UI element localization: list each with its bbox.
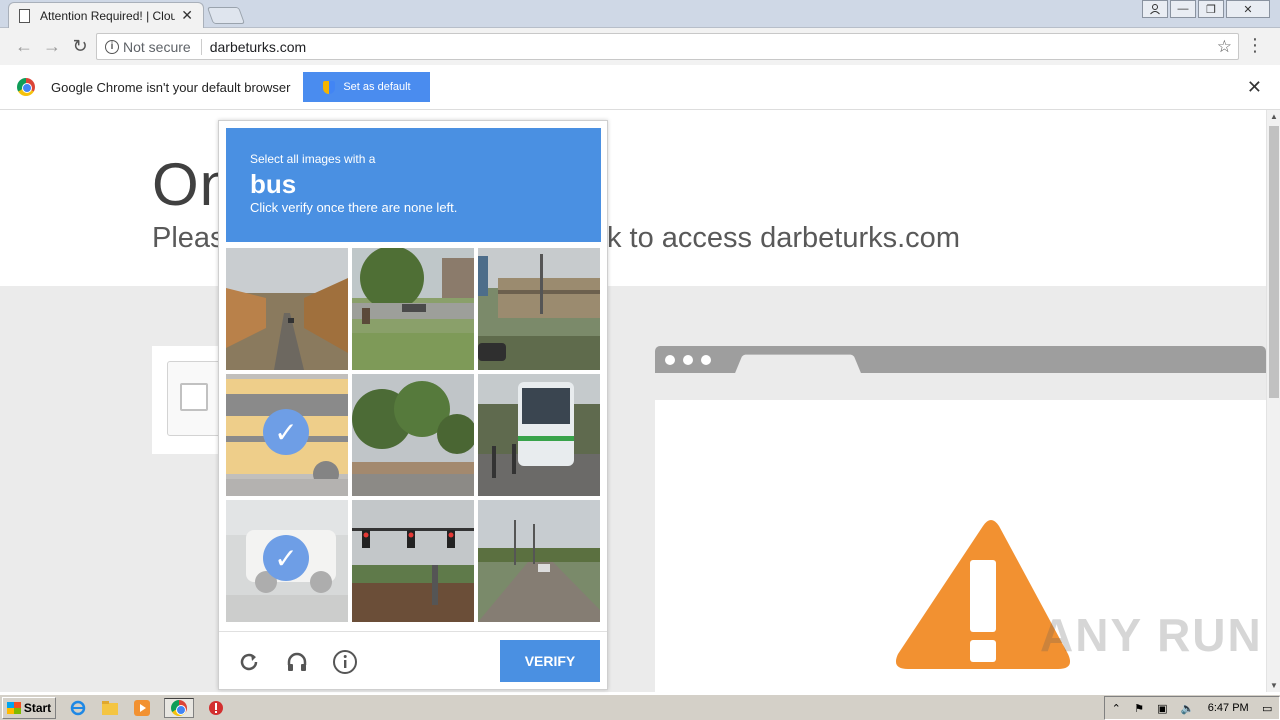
captcha-target-word: bus	[250, 169, 297, 199]
windows-taskbar: Start ⌃ ⚑ ▣ 🔈 6:47 PM ▭	[0, 694, 1280, 720]
volume-icon[interactable]: 🔈	[1181, 702, 1195, 715]
chrome-logo-icon	[171, 699, 187, 716]
captcha-prompt: Select all images with a	[250, 152, 376, 166]
parking-lot-image	[352, 248, 474, 370]
captcha-tile[interactable]	[478, 500, 600, 622]
network-icon[interactable]: ▣	[1157, 702, 1167, 715]
window-controls: — ❐ ✕	[1142, 0, 1270, 18]
chrome-taskbar-icon[interactable]	[164, 697, 194, 718]
captcha-instruction: Click verify once there are none left.	[250, 200, 458, 215]
forward-button[interactable]: →	[38, 36, 66, 57]
address-bar[interactable]: i Not secure darbeturks.com ☆	[96, 33, 1239, 60]
chrome-menu-icon[interactable]: ⋮	[1246, 36, 1264, 54]
close-window-button[interactable]: ✕	[1226, 0, 1270, 18]
info-icon[interactable]: i	[105, 39, 119, 54]
infobar-message: Google Chrome isn't your default browser	[51, 79, 291, 95]
file-explorer-icon[interactable]	[100, 698, 120, 718]
internet-explorer-icon[interactable]	[68, 698, 88, 718]
new-tab-button[interactable]	[206, 7, 246, 24]
tab-strip: Attention Required! | Cloudf ✕ — ❐ ✕	[0, 0, 1280, 28]
scroll-up-icon[interactable]: ▲	[1270, 112, 1278, 121]
traffic-lights-image	[352, 500, 474, 622]
audio-challenge-icon[interactable]	[284, 649, 310, 675]
minimize-button[interactable]: —	[1170, 0, 1196, 18]
media-player-icon[interactable]	[132, 698, 152, 718]
illustration-titlebar	[655, 346, 1266, 374]
scroll-thumb[interactable]	[1269, 126, 1279, 398]
hero-section: On Pleas k to access darbeturks.com	[0, 110, 1266, 286]
highway-image	[478, 500, 600, 622]
infobar-close-icon[interactable]: ✕	[1247, 77, 1262, 98]
checkmark-icon: ✓	[263, 409, 309, 455]
profile-icon[interactable]	[1142, 0, 1168, 18]
captcha-challenge-popup: Select all images with a bus Click verif…	[218, 120, 608, 690]
shield-icon	[323, 80, 336, 94]
checkmark-icon: ✓	[263, 535, 309, 581]
bookmark-star-icon[interactable]: ☆	[1217, 37, 1232, 57]
scroll-down-icon[interactable]: ▼	[1270, 681, 1278, 690]
start-label: Start	[23, 700, 52, 715]
roadside-building-image	[478, 248, 600, 370]
tab-active[interactable]: Attention Required! | Cloudf ✕	[8, 2, 204, 28]
url-text[interactable]: darbeturks.com	[210, 39, 306, 55]
page-subtitle-right: k to access darbeturks.com	[607, 222, 960, 254]
set-as-default-button[interactable]: Set as default	[303, 72, 431, 102]
captcha-tile[interactable]	[478, 248, 600, 370]
browser-toolbar: ← → ↻ i Not secure darbeturks.com ☆ ⋮	[0, 28, 1280, 65]
security-label: Not secure	[123, 38, 191, 55]
captcha-tile[interactable]: ✓	[226, 500, 348, 622]
illustration-dot	[683, 355, 693, 365]
verify-button[interactable]: VERIFY	[500, 640, 600, 682]
action-center-flag-icon[interactable]: ⚑	[1134, 702, 1144, 715]
captcha-tile[interactable]	[478, 374, 600, 496]
address-separator	[200, 38, 202, 55]
page-subtitle-left: Pleas	[152, 222, 225, 254]
page-scrollbar[interactable]: ▲ ▼	[1266, 110, 1280, 692]
captcha-tile[interactable]	[352, 374, 474, 496]
anyrun-watermark: ANY RUN	[1040, 609, 1263, 661]
tab-close-icon[interactable]: ✕	[181, 7, 193, 24]
windows-logo-icon	[6, 701, 21, 714]
tab-title: Attention Required! | Cloudf	[40, 8, 176, 23]
info-challenge-icon[interactable]	[332, 649, 358, 675]
show-desktop-icon[interactable]: ▭	[1262, 702, 1272, 715]
captcha-tile[interactable]	[226, 248, 348, 370]
captcha-tile[interactable]: ✓	[226, 374, 348, 496]
restore-button[interactable]: ❐	[1198, 0, 1224, 18]
tray-expand-icon[interactable]: ⌃	[1112, 702, 1121, 715]
street-autumn-image	[226, 248, 348, 370]
recaptcha-checkbox[interactable]	[180, 383, 208, 411]
captcha-header: Select all images with a bus Click verif…	[226, 128, 601, 242]
clock[interactable]: 6:47 PM	[1208, 702, 1249, 714]
back-button[interactable]: ←	[10, 36, 38, 57]
captcha-tile[interactable]	[352, 248, 474, 370]
system-tray: ⌃ ⚑ ▣ 🔈 6:47 PM ▭	[1104, 696, 1280, 720]
captcha-image-grid: ✓ ✓	[226, 248, 601, 623]
captcha-tile[interactable]	[352, 500, 474, 622]
illustration-tab	[734, 354, 862, 374]
antivirus-icon[interactable]	[206, 698, 226, 718]
illustration-dot	[665, 355, 675, 365]
start-button[interactable]: Start	[2, 696, 56, 719]
coach-bus-image	[478, 374, 600, 496]
reload-button[interactable]: ↻	[66, 36, 94, 57]
illustration-dot	[701, 355, 711, 365]
page-content: On Pleas k to access darbeturks.com	[0, 110, 1266, 692]
screen: Attention Required! | Cloudf ✕ — ❐ ✕ ← →…	[0, 0, 1280, 720]
page-icon	[19, 8, 30, 23]
trees-road-image	[352, 374, 474, 496]
reload-challenge-icon[interactable]	[236, 649, 262, 675]
chrome-logo-icon	[17, 78, 35, 96]
default-browser-infobar: Google Chrome isn't your default browser…	[0, 65, 1280, 110]
set-as-default-label: Set as default	[343, 81, 411, 93]
